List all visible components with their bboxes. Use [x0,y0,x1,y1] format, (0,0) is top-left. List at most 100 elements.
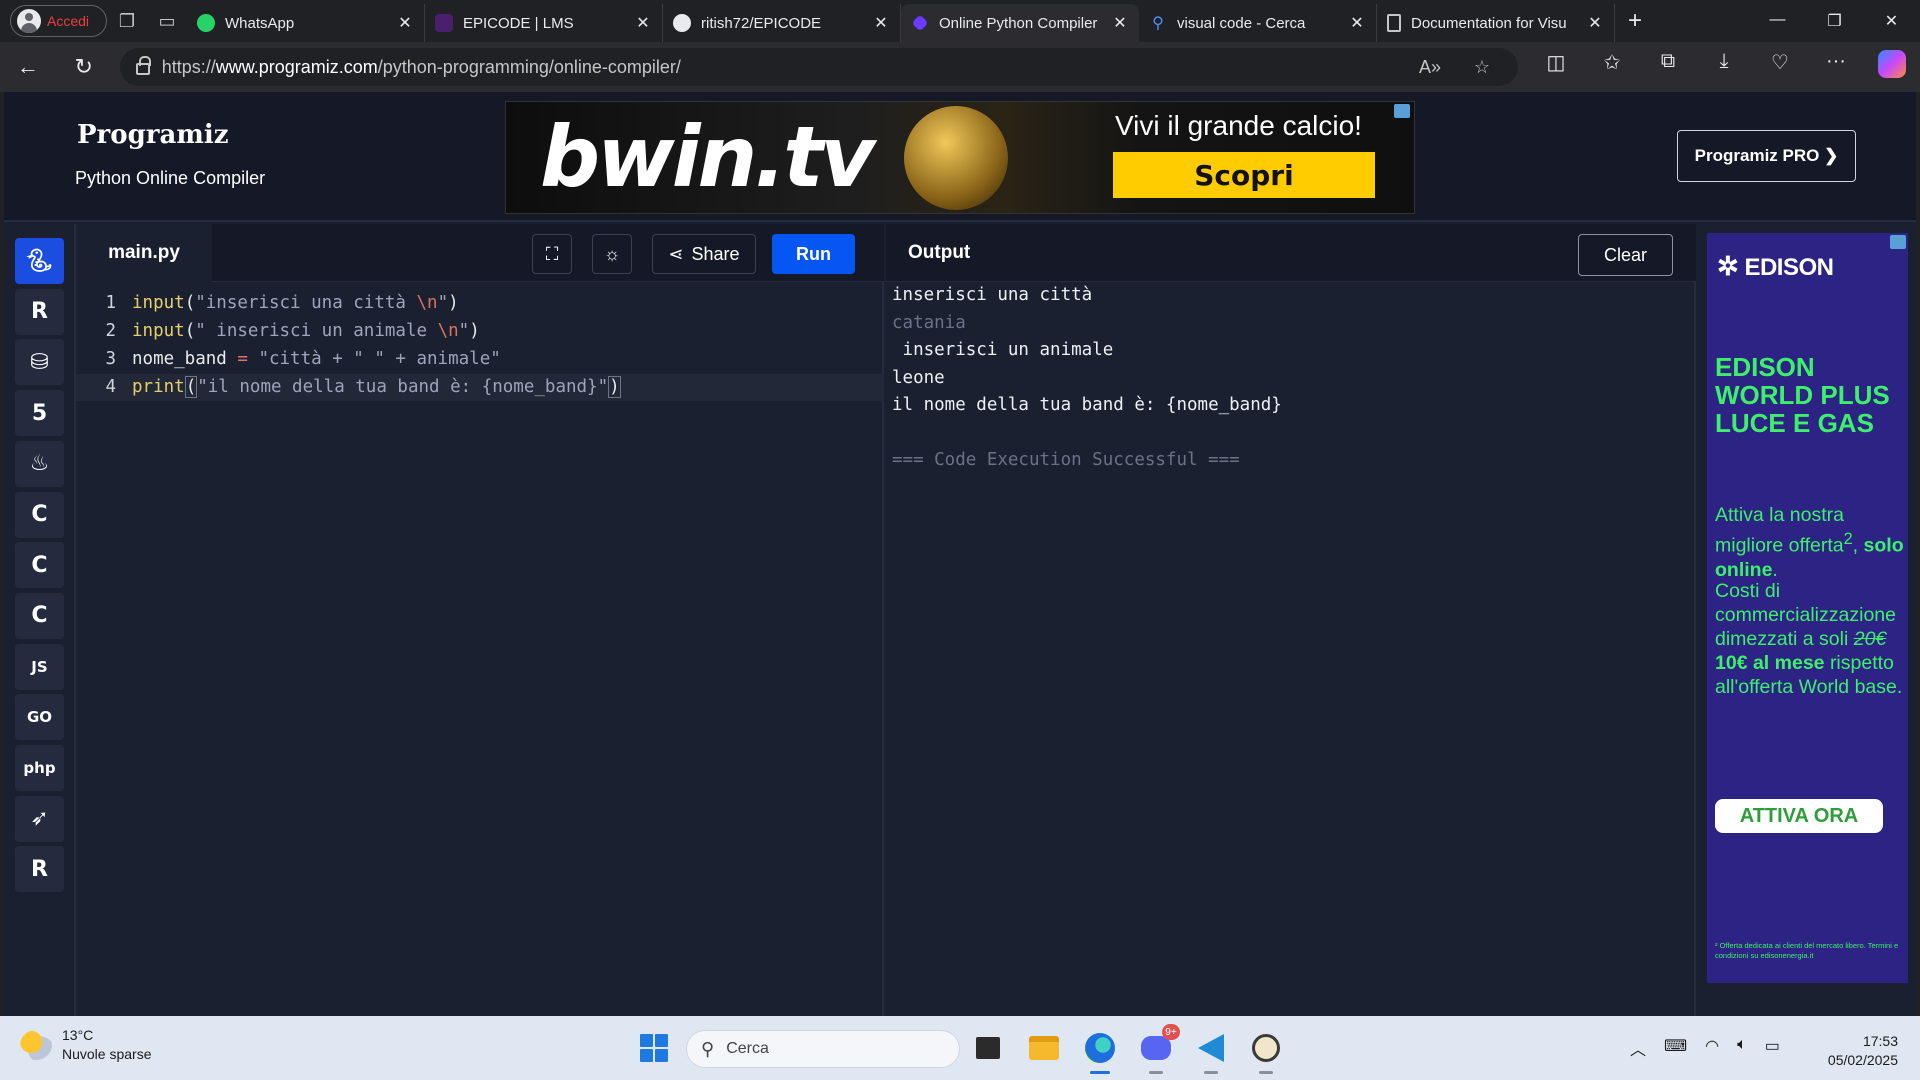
javascript-icon[interactable]: JS [15,643,64,690]
favorites-icon[interactable]: ✩ [1584,50,1640,84]
tab-close-icon[interactable]: ✕ [872,13,890,33]
programiz-icon [911,14,929,32]
code-line[interactable]: 1 input("inserisci una città \n") [76,290,884,317]
programiz-logo[interactable]: Programiz [77,120,228,150]
output-line: leone [892,367,945,388]
c-icon[interactable]: C [15,491,64,538]
edge-browser-icon[interactable] [1080,1028,1120,1074]
ad-tagline: Vivi il grande calcio! [1115,110,1362,141]
restore-icon[interactable]: ❐ [1806,11,1863,31]
copilot-icon[interactable] [1864,50,1920,84]
battery-icon[interactable]: ▭ [1765,1036,1780,1060]
keyboard-icon[interactable]: ⌨ [1664,1036,1687,1060]
code-line[interactable]: 4 print("il nome della tua band è: {nome_… [76,374,884,401]
code-token: "il nome della tua band è: {nome_band}" [197,377,609,397]
clear-button[interactable]: Clear [1578,234,1673,276]
tab-close-icon[interactable]: ✕ [1348,13,1366,33]
workspaces-icon[interactable]: ❐ [107,0,147,42]
file-tab[interactable]: main.py [76,224,212,282]
line-code: nome_band = "città + " " + animale" [132,346,501,373]
java-icon[interactable]: ♨ [15,440,64,487]
browser-essentials-icon[interactable]: ♡ [1752,50,1808,84]
browser-tab[interactable]: WhatsApp ✕ [187,4,425,42]
code-token: ( [184,376,198,398]
code-area[interactable]: 1 input("inserisci una città \n") 2 input("… [76,282,884,1016]
run-button[interactable]: Run [772,234,855,274]
page-title: Python Online Compiler [75,168,266,188]
back-icon[interactable]: ← [0,54,56,80]
browser-tab[interactable]: Online Python Compiler ✕ [901,4,1139,42]
ad-football-image [904,106,1008,210]
editor-toolbar: main.py ⛶ ☼ ⋖ Share Run [76,224,884,282]
line-code: print("il nome della tua band è: {nome_b… [132,374,621,401]
language-label: C [31,603,48,629]
start-button[interactable] [634,1028,674,1068]
code-line[interactable]: 3 nome_band = "città + " " + animale" [76,346,884,373]
discord-icon[interactable]: 9+ [1136,1024,1180,1074]
share-button[interactable]: ⋖ Share [652,234,756,274]
theme-toggle-icon[interactable]: ☼ [592,234,632,274]
ad-choices-icon[interactable] [1394,104,1410,118]
php-icon[interactable]: php [15,745,64,791]
new-tab-button[interactable]: + [1615,7,1655,35]
browser-tab[interactable]: EPICODE | LMS ✕ [425,4,663,42]
show-hidden-icons-icon[interactable]: ︿ [1630,1036,1646,1060]
side-advertisement[interactable]: ✲ EDISON EDISON WORLD PLUS LUCE E GAS At… [1707,233,1908,983]
output-line: inserisci una città [892,285,1093,305]
html-icon[interactable]: 5 [15,390,64,437]
cpp-icon[interactable]: C [15,542,64,589]
csharp-icon[interactable]: C [15,592,64,639]
code-token: " inserisci un animale [195,321,438,341]
language-sidebar: 🐍︎ R ⛁ 5 ♨ C C C JS GO php ➶ R [4,224,76,1016]
rust-icon[interactable]: R [15,846,64,893]
tab-actions-icon[interactable]: ▭ [147,0,187,42]
downloads-icon[interactable]: ⤓ [1696,50,1752,84]
collections-icon[interactable]: ⧉ [1640,50,1696,84]
clock-app-icon[interactable] [1246,1028,1286,1074]
minimize-icon[interactable]: — [1749,11,1806,31]
split-screen-icon[interactable]: ◫ [1528,50,1584,84]
tab-close-icon[interactable]: ✕ [396,13,414,33]
system-clock[interactable]: 17:53 05/02/2025 [1818,1032,1898,1070]
profile-button[interactable]: Accedi [10,5,107,37]
top-advertisement[interactable]: bwin.tv Vivi il grande calcio! Scopri [505,101,1415,214]
r-icon[interactable]: R [15,288,64,335]
swift-icon[interactable]: ➶ [15,795,64,842]
favorite-star-icon[interactable]: ☆ [1462,57,1502,78]
reload-icon[interactable]: ↻ [56,54,112,80]
url-field[interactable]: https://www.programiz.com/python-program… [119,48,1518,86]
tab-close-icon[interactable]: ✕ [634,13,652,33]
volume-icon[interactable]: 🔈︎ [1737,1036,1747,1060]
programiz-pro-button[interactable]: Programiz PRO ❯ [1677,130,1856,182]
read-aloud-icon[interactable]: A» [1410,57,1450,78]
vscode-icon[interactable] [1191,1028,1231,1074]
close-window-icon[interactable]: ✕ [1863,11,1920,31]
weather-widget[interactable]: 13°C Nuvole sparse [20,1026,152,1064]
code-line[interactable]: 2 input(" inserisci un animale \n") [76,318,884,345]
tab-title: visual code - Cerca [1177,14,1306,32]
wifi-icon[interactable]: ◠ [1705,1036,1719,1060]
python-icon[interactable]: 🐍︎ [15,238,64,284]
file-explorer-icon[interactable] [1024,1028,1064,1068]
line-code: input("inserisci una città \n") [132,290,459,317]
browser-tab[interactable]: ritish72/EPICODE ✕ [663,4,901,42]
sql-icon[interactable]: ⛁ [15,339,64,386]
ad-cta-button[interactable]: Scopri [1113,152,1375,198]
ad-cta-button[interactable]: ATTIVA ORA [1715,799,1883,833]
code-token: \n [416,293,438,313]
output-console[interactable]: inserisci una città catania inserisci un … [892,282,1282,475]
tab-close-icon[interactable]: ✕ [1586,13,1604,33]
code-token: "città + " " + animale" [247,349,501,369]
language-label: ♨ [29,451,50,477]
ad-choices-icon[interactable] [1890,235,1906,249]
task-view-icon[interactable] [968,1028,1008,1068]
fullscreen-icon[interactable]: ⛶ [532,234,572,274]
more-menu-icon[interactable]: ··· [1808,50,1864,84]
taskbar-search[interactable]: ⚲ Cerca [686,1030,960,1068]
browser-tab[interactable]: Documentation for Visu ✕ [1377,4,1615,42]
tab-close-icon[interactable]: ✕ [1111,13,1129,33]
browser-tab[interactable]: ⚲ visual code - Cerca ✕ [1139,4,1377,42]
go-icon[interactable]: GO [15,694,64,741]
code-token: print [132,377,185,397]
